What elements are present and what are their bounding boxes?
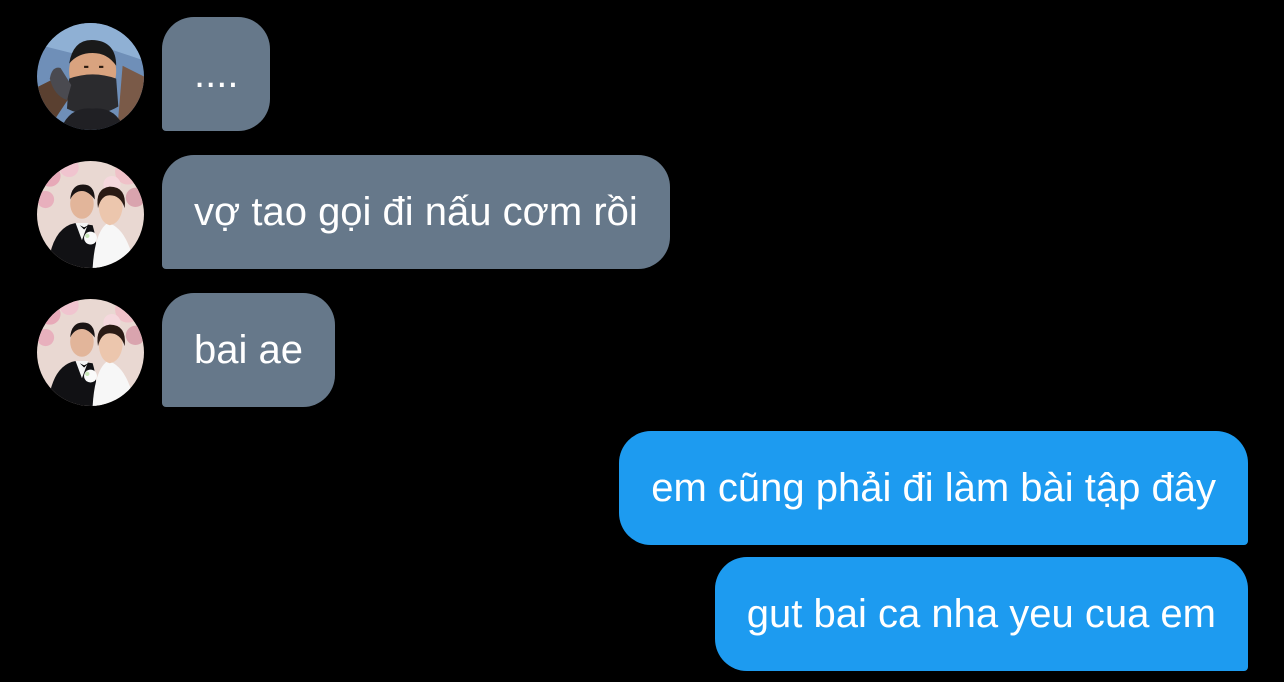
outgoing-message-bubble[interactable]: em cũng phải đi làm bài tập đây: [619, 431, 1248, 545]
sender-avatar[interactable]: [37, 23, 144, 130]
sender-avatar[interactable]: [37, 299, 144, 406]
message-text: vợ tao gọi đi nấu cơm rồi: [194, 190, 638, 234]
incoming-message-bubble[interactable]: vợ tao gọi đi nấu cơm rồi: [162, 155, 670, 269]
wedding-couple-photo: [37, 161, 144, 268]
sender-avatar[interactable]: [37, 161, 144, 268]
message-text: em cũng phải đi làm bài tập đây: [651, 466, 1216, 510]
outgoing-message-bubble[interactable]: gut bai ca nha yeu cua em: [714, 557, 1248, 671]
incoming-message-bubble[interactable]: bai ae: [162, 293, 335, 407]
wedding-couple-photo: [37, 299, 144, 406]
message-text: bai ae: [194, 328, 303, 372]
chat-thread: .... vợ tao gọi đi nấu cơm rồi bai ae em…: [0, 0, 1284, 682]
incoming-message-bubble[interactable]: ....: [162, 17, 271, 131]
masked-man-photo: [37, 23, 144, 130]
message-text: gut bai ca nha yeu cua em: [746, 592, 1216, 636]
message-text: ....: [194, 52, 239, 96]
